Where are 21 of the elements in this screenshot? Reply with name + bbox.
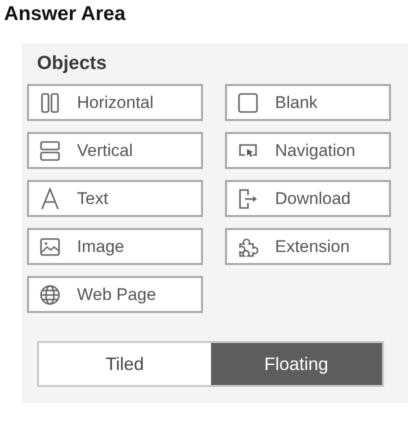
- object-item[interactable]: Blank: [225, 84, 391, 121]
- object-item[interactable]: Vertical: [27, 132, 203, 169]
- object-item[interactable]: Navigation: [225, 132, 391, 169]
- object-item[interactable]: Extension: [225, 228, 391, 265]
- puzzle-icon: [237, 236, 259, 258]
- object-item[interactable]: Web Page: [27, 276, 203, 313]
- objects-heading: Objects: [37, 53, 108, 75]
- rows-icon: [39, 140, 61, 162]
- mode-toggle-option[interactable]: Tiled: [39, 343, 210, 385]
- answer-area-title: Answer Area: [4, 2, 127, 26]
- object-item[interactable]: Text: [27, 180, 203, 217]
- object-item[interactable]: Horizontal: [27, 84, 203, 121]
- exit-icon: [237, 188, 259, 210]
- letter-icon: [39, 188, 61, 210]
- object-item[interactable]: Download: [225, 180, 391, 217]
- square-icon: [237, 92, 259, 114]
- globe-icon: [39, 284, 61, 306]
- object-item[interactable]: Image: [27, 228, 203, 265]
- columns-icon: [39, 92, 61, 114]
- image-icon: [39, 236, 61, 258]
- mode-toggle-option[interactable]: Floating: [210, 343, 382, 385]
